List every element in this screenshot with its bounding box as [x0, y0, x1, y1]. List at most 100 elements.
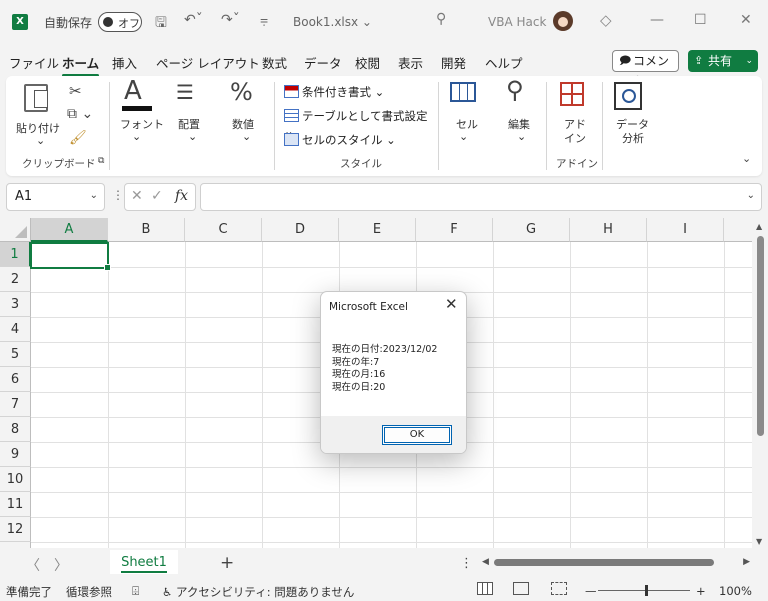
alignment-group[interactable]: ☰ 配置 ⌄	[166, 76, 216, 176]
ok-button[interactable]: OK	[382, 425, 452, 445]
scroll-down-icon[interactable]: ▼	[756, 537, 762, 546]
active-cell-a1[interactable]	[30, 242, 111, 271]
share-button[interactable]: ⇪ 共有 ⌄	[688, 50, 758, 72]
font-group[interactable]: A フォント ⌄	[114, 76, 164, 176]
editing-group[interactable]: ⚲ 編集 ⌄	[496, 76, 548, 176]
column-header-d[interactable]: D	[262, 218, 339, 242]
accessibility-status[interactable]: ♿ アクセシビリティ: 問題ありません	[162, 584, 354, 600]
tab-developer[interactable]: 開発	[441, 53, 466, 72]
tab-help[interactable]: ヘルプ	[485, 53, 523, 72]
row-header-3[interactable]: 3	[0, 292, 31, 317]
row-header-1[interactable]: 1	[0, 242, 31, 267]
close-icon[interactable]: ✕	[445, 295, 458, 313]
scroll-left-icon[interactable]: ◀	[482, 557, 489, 567]
row-header-11[interactable]: 11	[0, 492, 31, 517]
sheet-tab-sheet1[interactable]: Sheet1	[110, 550, 178, 574]
horizontal-scrollbar[interactable]: ◀ ▶	[482, 557, 750, 569]
select-all-corner[interactable]	[0, 218, 31, 242]
column-header-c[interactable]: C	[185, 218, 262, 242]
tab-insert[interactable]: 挿入	[112, 53, 137, 72]
cell-styles-button[interactable]: セルのスタイル ⌄	[284, 132, 396, 148]
column-header-g[interactable]: G	[493, 218, 570, 242]
close-icon[interactable]: ✕	[740, 12, 752, 28]
addins-label-2[interactable]: イン	[564, 130, 586, 146]
row-header-4[interactable]: 4	[0, 317, 31, 342]
paste-icon[interactable]	[24, 84, 48, 112]
scroll-right-icon[interactable]: ▶	[743, 557, 750, 567]
copy-icon[interactable]: ⧉ ⌄	[67, 106, 93, 122]
row-header-9[interactable]: 9	[0, 442, 31, 467]
name-box[interactable]: A1 ⌄	[6, 183, 105, 211]
zoom-in-icon[interactable]: +	[696, 584, 706, 598]
column-header-b[interactable]: B	[108, 218, 185, 242]
file-name[interactable]: Book1.xlsx ⌄	[293, 15, 372, 29]
conditional-formatting-button[interactable]: 条件付き書式 ⌄	[284, 84, 384, 100]
zoom-level[interactable]: 100%	[719, 584, 752, 598]
tab-page-layout[interactable]: ページ レイアウト	[156, 53, 260, 72]
column-header-f[interactable]: F	[416, 218, 493, 242]
horizontal-scroll-thumb[interactable]	[494, 559, 714, 566]
enter-icon[interactable]: ✓	[151, 188, 163, 204]
column-header-e[interactable]: E	[339, 218, 416, 242]
scroll-up-icon[interactable]: ▲	[756, 222, 762, 231]
maximize-icon[interactable]: ☐	[694, 12, 707, 28]
row-header-2[interactable]: 2	[0, 267, 31, 292]
row-header-6[interactable]: 6	[0, 367, 31, 392]
prev-sheet-icon[interactable]: 〈	[26, 555, 40, 575]
chevron-down-icon[interactable]: ⌄	[90, 190, 98, 201]
row-header-8[interactable]: 8	[0, 417, 31, 442]
customize-icon[interactable]: ⩦	[260, 12, 268, 28]
minimize-icon[interactable]: —	[650, 12, 664, 28]
zoom-slider-thumb[interactable]	[645, 585, 648, 596]
chevron-down-icon[interactable]: ⌄	[747, 190, 755, 201]
page-layout-view-icon[interactable]	[513, 582, 529, 595]
column-header-a[interactable]: A	[31, 218, 108, 242]
zoom-slider[interactable]	[598, 590, 690, 591]
page-break-view-icon[interactable]	[551, 582, 567, 595]
format-painter-icon[interactable]: 🖌	[69, 130, 87, 146]
formula-input[interactable]: ⌄	[200, 183, 762, 211]
search-icon[interactable]: ⚲	[436, 11, 446, 27]
premium-diamond-icon[interactable]: ◇	[600, 11, 612, 29]
tab-view[interactable]: 表示	[398, 53, 423, 72]
cancel-icon[interactable]: ✕	[131, 188, 143, 204]
row-header-12[interactable]: 12	[0, 517, 31, 542]
vertical-scroll-thumb[interactable]	[757, 236, 764, 436]
add-sheet-icon[interactable]: +	[220, 553, 234, 573]
row-header-10[interactable]: 10	[0, 467, 31, 492]
tab-formulas[interactable]: 数式	[262, 53, 287, 72]
formula-bar-grip-icon[interactable]: ⋮	[112, 188, 124, 202]
status-circular-reference[interactable]: 循環参照	[66, 584, 112, 600]
dialog-launcher-icon[interactable]: ⧉	[98, 156, 104, 166]
row-header-7[interactable]: 7	[0, 392, 31, 417]
tab-file[interactable]: ファイル	[9, 53, 59, 72]
save-icon[interactable]: 🖫	[155, 12, 167, 36]
column-header-partial[interactable]	[724, 218, 752, 242]
zoom-out-icon[interactable]: —	[585, 584, 597, 598]
column-header-h[interactable]: H	[570, 218, 647, 242]
tab-home[interactable]: ホーム	[62, 53, 100, 77]
chevron-down-icon[interactable]: ⌄	[745, 50, 753, 72]
avatar[interactable]	[553, 11, 573, 31]
addins-icon[interactable]	[560, 82, 584, 106]
redo-icon[interactable]: ↷ˇ	[221, 12, 240, 28]
next-sheet-icon[interactable]: 〉	[54, 555, 68, 575]
column-header-i[interactable]: I	[647, 218, 724, 242]
more-options-icon[interactable]: ⋮	[460, 556, 473, 571]
undo-icon[interactable]: ↶ˇ	[184, 12, 203, 28]
tab-data[interactable]: データ	[304, 53, 342, 72]
data-analysis-group[interactable]: データ 分析	[606, 76, 658, 176]
comment-button[interactable]: 🗩 コメント	[612, 50, 679, 88]
macro-record-icon[interactable]: ⌹	[132, 584, 139, 599]
cut-icon[interactable]: ✂	[69, 82, 82, 100]
insert-function-icon[interactable]: fx	[175, 188, 188, 204]
number-group[interactable]: % 数値 ⌄	[220, 76, 270, 176]
ribbon-collapse-icon[interactable]: ⌄	[742, 152, 751, 165]
vertical-scrollbar[interactable]: ▲ ▼	[752, 218, 768, 548]
tab-review[interactable]: 校閲	[355, 53, 380, 72]
row-header-13[interactable]	[0, 542, 31, 548]
cells-group[interactable]: セル ⌄	[442, 76, 494, 176]
autosave-toggle[interactable]: オフ	[98, 12, 142, 32]
row-header-5[interactable]: 5	[0, 342, 31, 367]
normal-view-icon[interactable]	[477, 582, 493, 595]
